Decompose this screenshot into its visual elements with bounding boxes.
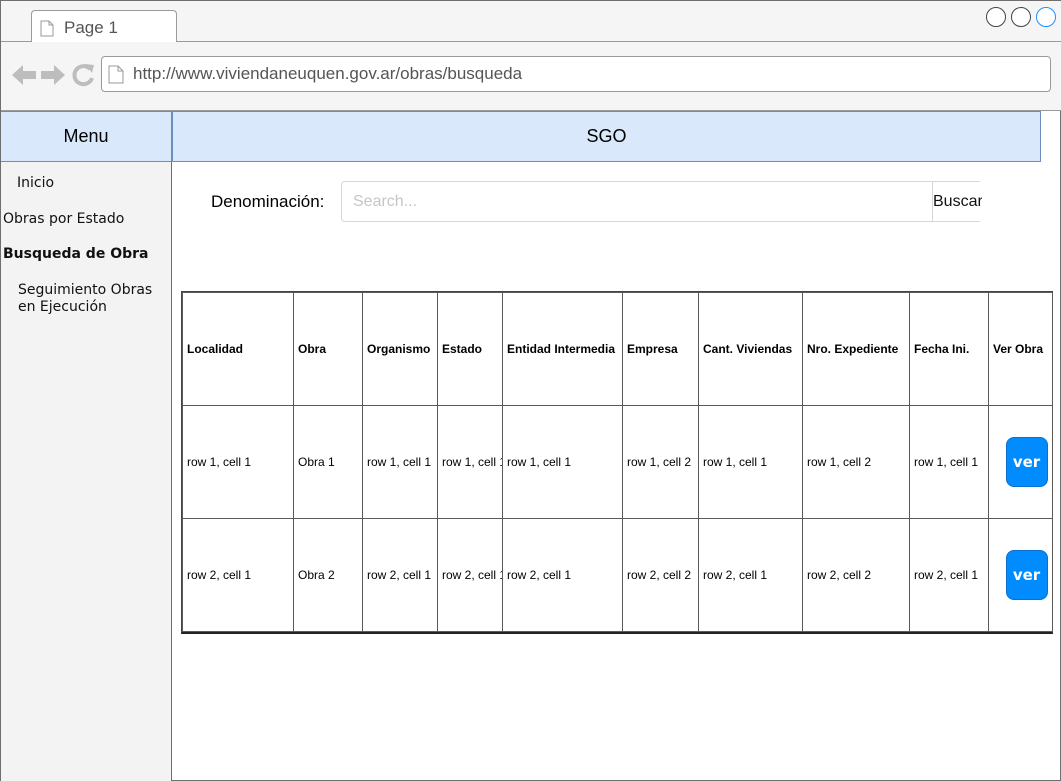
table-cell: row 2, cell 1 xyxy=(437,518,503,632)
table-cell: Obra 2 xyxy=(293,518,363,632)
url-text: http://www.viviendaneuquen.gov.ar/obras/… xyxy=(133,64,523,83)
table-row: row 2, cell 1 Obra 2 row 2, cell 1 row 2… xyxy=(182,518,1053,632)
table-cell: row 2, cell 1 xyxy=(182,518,294,632)
sidebar: Inicio Obras por Estado Busqueda de Obra… xyxy=(1,162,172,781)
table-cell: row 2, cell 1 xyxy=(909,518,989,632)
tab-bar: Page 1 xyxy=(1,1,1061,43)
app-title: SGO xyxy=(586,126,627,146)
arrow-right-icon[interactable] xyxy=(40,62,66,88)
app-header: SGO xyxy=(172,111,1041,162)
table-cell: row 2, cell 1 xyxy=(362,518,438,632)
sidebar-item-busqueda-de-obra[interactable]: Busqueda de Obra xyxy=(3,246,148,262)
denominacion-label: Denominación: xyxy=(211,192,325,211)
table-cell: row 1, cell 2 xyxy=(622,405,699,519)
column-header-nro-expediente: Nro. Expediente xyxy=(802,292,910,406)
buscar-button[interactable]: Buscar xyxy=(932,182,982,221)
table-row: row 1, cell 1 Obra 1 row 1, cell 1 row 1… xyxy=(182,405,1053,519)
arrow-left-icon[interactable] xyxy=(11,62,37,88)
column-header-fecha-ini: Fecha Ini. xyxy=(909,292,989,406)
table-cell: Obra 1 xyxy=(293,405,363,519)
table-cell: row 2, cell 1 xyxy=(502,518,623,632)
sidebar-item-seguimiento-obras[interactable]: Seguimiento Obras en Ejecución xyxy=(18,282,152,316)
column-header-entidad-intermedia: Entidad Intermedia xyxy=(502,292,623,406)
table-cell: row 1, cell 1 xyxy=(437,405,503,519)
table-cell: row 1, cell 1 xyxy=(698,405,803,519)
document-icon xyxy=(108,65,124,84)
navigation-bar: http://www.viviendaneuquen.gov.ar/obras/… xyxy=(1,42,1061,111)
column-header-cant-viviendas: Cant. Viviendas xyxy=(698,292,803,406)
menu-title: Menu xyxy=(63,126,109,146)
reload-icon[interactable] xyxy=(70,62,96,88)
table-cell: row 2, cell 2 xyxy=(802,518,910,632)
ver-obra-button[interactable]: ver xyxy=(1005,550,1048,600)
table-cell: row 1, cell 1 xyxy=(362,405,438,519)
window-button-3[interactable] xyxy=(1036,7,1056,27)
table-cell: row 1, cell 1 xyxy=(182,405,294,519)
sidebar-item-obras-por-estado[interactable]: Obras por Estado xyxy=(3,211,124,227)
address-bar[interactable]: http://www.viviendaneuquen.gov.ar/obras/… xyxy=(101,56,1051,92)
table-cell: row 2, cell 1 xyxy=(698,518,803,632)
table-cell-action: ver xyxy=(988,405,1053,519)
document-icon xyxy=(40,20,54,37)
menu-header: Menu xyxy=(1,111,172,162)
table-cell: row 1, cell 2 xyxy=(802,405,910,519)
browser-tab[interactable]: Page 1 xyxy=(31,10,177,43)
tab-title: Page 1 xyxy=(64,18,118,37)
table-cell-action: ver xyxy=(988,518,1053,632)
window-button-1[interactable] xyxy=(986,7,1006,27)
column-header-organismo: Organismo xyxy=(362,292,438,406)
column-header-estado: Estado xyxy=(437,292,503,406)
search-input[interactable] xyxy=(342,182,932,221)
column-header-obra: Obra xyxy=(293,292,363,406)
table-cell: row 1, cell 1 xyxy=(909,405,989,519)
browser-window: Page 1 http://www.viviendaneuquen.gov.ar… xyxy=(0,0,1061,781)
column-header-empresa: Empresa xyxy=(622,292,699,406)
column-header-localidad: Localidad xyxy=(182,292,294,406)
column-header-ver-obra: Ver Obra xyxy=(988,292,1053,406)
table-cell: row 2, cell 2 xyxy=(622,518,699,632)
search-group: Buscar xyxy=(341,181,982,222)
ver-obra-button[interactable]: ver xyxy=(1005,437,1048,487)
window-button-2[interactable] xyxy=(1011,7,1031,27)
table-header-row: Localidad Obra Organismo Estado Entidad … xyxy=(182,292,1053,406)
table-cell: row 1, cell 1 xyxy=(502,405,623,519)
sidebar-item-inicio[interactable]: Inicio xyxy=(17,175,54,191)
results-table: Localidad Obra Organismo Estado Entidad … xyxy=(181,291,1053,634)
